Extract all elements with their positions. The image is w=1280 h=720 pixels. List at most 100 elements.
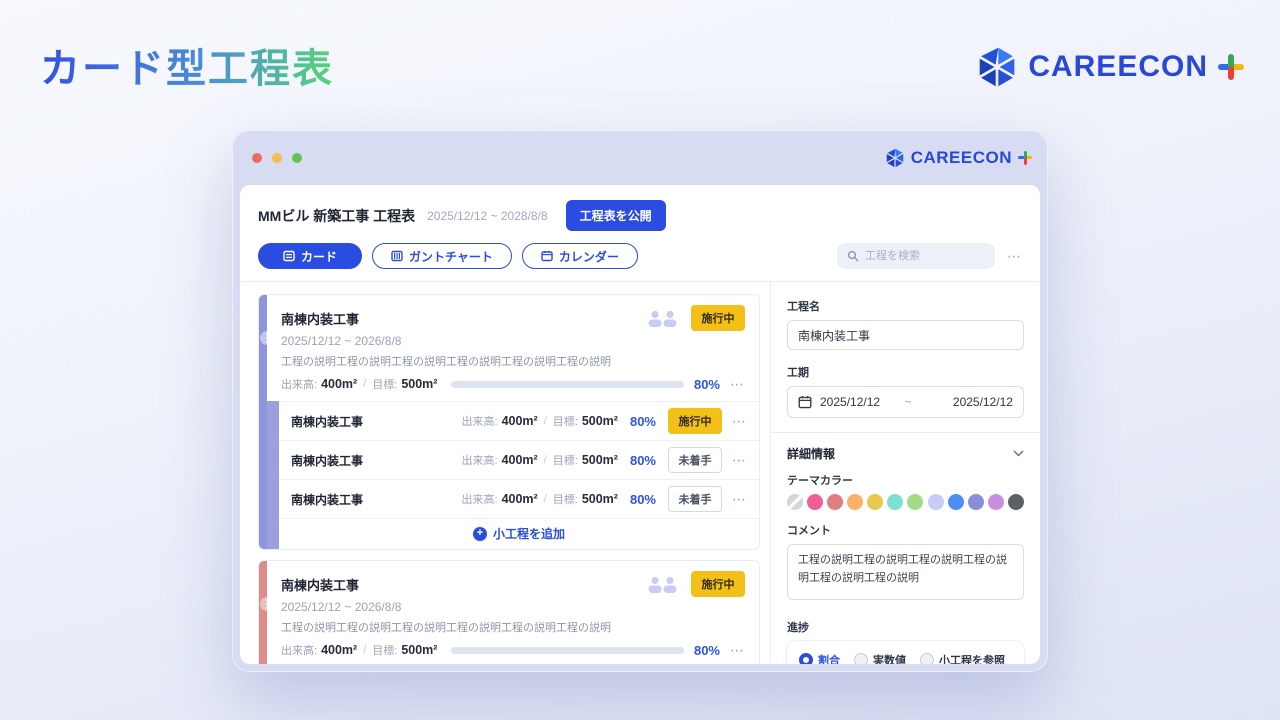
close-window-icon[interactable]	[252, 153, 262, 163]
done-value: 400m²	[321, 643, 357, 657]
brand-logo: CAREECON	[976, 46, 1244, 88]
theme-colors	[787, 494, 1024, 510]
main-area: 南棟内装工事 施行中 2025/12/12 ~ 2026/8/8 工程の説明工程…	[240, 281, 1040, 664]
radio-label: 小工程を参照	[939, 652, 1005, 664]
divider	[771, 432, 1040, 433]
status-badge[interactable]: 未着手	[668, 486, 722, 512]
process-description: 工程の説明工程の説明工程の説明工程の説明工程の説明工程の説明	[281, 353, 745, 369]
process-name-input[interactable]	[787, 320, 1024, 350]
more-icon[interactable]: ⋯	[730, 643, 745, 657]
drag-handle-icon[interactable]	[260, 331, 274, 345]
radio-label: 割合	[818, 652, 840, 664]
progress-type-radio[interactable]: 実数値	[854, 652, 906, 664]
subprocess-row[interactable]: 南棟内装工事 出来高: 400m² / 目標: 500m² 80% 未着手	[279, 440, 759, 479]
card-view-icon	[283, 250, 295, 262]
process-card-group: 南棟内装工事 施行中 2025/12/12 ~ 2026/8/8 工程の説明工程…	[258, 560, 760, 664]
more-icon[interactable]: ⋯	[732, 414, 747, 428]
status-badge[interactable]: 未着手	[668, 447, 722, 473]
subprocess-row[interactable]: 南棟内装工事 出来高: 400m² / 目標: 500m² 80% 施行中	[279, 401, 759, 440]
progress-label: 進捗	[787, 619, 1024, 635]
toolbar-more-icon[interactable]: ⋯	[1007, 249, 1022, 263]
period-end: 2025/12/12	[953, 395, 1013, 409]
view-tabs: カード ガントチャート カレンダー ⋯	[240, 239, 1040, 281]
theme-color-swatch[interactable]	[887, 494, 903, 510]
progress-type-radio[interactable]: 小工程を参照	[920, 652, 1005, 664]
target-value: 500m²	[401, 643, 437, 657]
theme-color-swatch[interactable]	[807, 494, 823, 510]
theme-color-swatch[interactable]	[847, 494, 863, 510]
done-label: 出来高:	[281, 376, 317, 392]
theme-color-swatch[interactable]	[867, 494, 883, 510]
process-period: 2025/12/12 ~ 2026/8/8	[281, 334, 745, 348]
process-card[interactable]: 南棟内装工事 施行中 2025/12/12 ~ 2026/8/8 工程の説明工程…	[267, 561, 759, 664]
theme-color-swatch[interactable]	[827, 494, 843, 510]
careecon-hexagon-icon	[885, 148, 905, 168]
period-date-field[interactable]: 2025/12/12 ~ 2025/12/12	[787, 386, 1024, 418]
theme-color-swatch[interactable]	[968, 494, 984, 510]
process-card[interactable]: 南棟内装工事 施行中 2025/12/12 ~ 2026/8/8 工程の説明工程…	[267, 295, 759, 401]
titlebar-brand-logo: CAREECON	[885, 148, 1032, 168]
calendar-icon	[798, 395, 812, 409]
app-window: CAREECON MMビル 新築工事 工程表 2025/12/12 ~ 2028…	[232, 130, 1048, 672]
target-value: 500m²	[401, 377, 437, 391]
details-section-header[interactable]: 詳細情報	[787, 445, 1024, 462]
theme-color-none-swatch[interactable]	[787, 494, 803, 510]
period-label: 工期	[787, 364, 1024, 380]
search-input[interactable]	[865, 250, 985, 262]
progress-bar	[451, 381, 684, 388]
theme-color-swatch[interactable]	[928, 494, 944, 510]
process-title: 南棟内装工事	[281, 309, 645, 328]
process-title: 南棟内装工事	[281, 575, 645, 594]
subprocess-title: 南棟内装工事	[291, 452, 462, 469]
page-title: カード型工程表	[40, 36, 334, 94]
search-box[interactable]	[837, 243, 995, 269]
add-subprocess-button[interactable]: + 小工程を追加	[279, 518, 759, 549]
tab-card-view[interactable]: カード	[258, 243, 362, 269]
progress-percent: 80%	[694, 377, 720, 392]
window-titlebar: CAREECON	[232, 130, 1048, 185]
progress-percent: 80%	[630, 453, 656, 468]
process-card-list: 南棟内装工事 施行中 2025/12/12 ~ 2026/8/8 工程の説明工程…	[240, 282, 770, 664]
more-icon[interactable]: ⋯	[730, 377, 745, 391]
calendar-view-icon	[541, 250, 553, 262]
process-card-group: 南棟内装工事 施行中 2025/12/12 ~ 2026/8/8 工程の説明工程…	[258, 294, 760, 550]
tab-gantt-view[interactable]: ガントチャート	[372, 243, 512, 269]
more-icon[interactable]: ⋯	[732, 492, 747, 506]
target-label: 目標:	[372, 376, 397, 392]
brand-name: CAREECON	[1028, 50, 1208, 84]
radio-label: 実数値	[873, 652, 906, 664]
maximize-window-icon[interactable]	[292, 153, 302, 163]
minimize-window-icon[interactable]	[272, 153, 282, 163]
drag-handle-icon[interactable]	[260, 597, 274, 611]
radio-icon	[920, 653, 934, 664]
comment-textarea[interactable]: 工程の説明工程の説明工程の説明工程の説明工程の説明工程の説明	[787, 544, 1024, 600]
theme-color-swatch[interactable]	[988, 494, 1004, 510]
progress-type-radio[interactable]: 割合	[799, 652, 840, 664]
status-badge[interactable]: 施行中	[691, 305, 745, 331]
progress-bar	[451, 647, 684, 654]
status-badge[interactable]: 施行中	[691, 571, 745, 597]
project-period: 2025/12/12 ~ 2028/8/8	[427, 209, 547, 223]
window-content: MMビル 新築工事 工程表 2025/12/12 ~ 2028/8/8 工程表を…	[240, 185, 1040, 664]
assignees-icon	[645, 310, 681, 327]
theme-color-swatch[interactable]	[948, 494, 964, 510]
chevron-down-icon	[1013, 450, 1024, 457]
done-label: 出来高:	[281, 642, 317, 658]
gantt-view-icon	[391, 250, 403, 262]
details-label: 詳細情報	[787, 445, 1013, 462]
project-title: MMビル 新築工事 工程表	[258, 206, 415, 226]
publish-schedule-button[interactable]: 工程表を公開	[566, 200, 666, 231]
progress-percent: 80%	[630, 414, 656, 429]
more-icon[interactable]: ⋯	[732, 453, 747, 467]
period-start: 2025/12/12	[820, 395, 880, 409]
subprocess-row[interactable]: 南棟内装工事 出来高: 400m² / 目標: 500m² 80% 未着手	[279, 479, 759, 518]
brand-plus-icon	[1218, 54, 1244, 80]
progress-percent: 80%	[630, 492, 656, 507]
status-badge[interactable]: 施行中	[668, 408, 722, 434]
theme-color-swatch[interactable]	[907, 494, 923, 510]
tab-calendar-view[interactable]: カレンダー	[522, 243, 638, 269]
radio-icon	[854, 653, 868, 664]
theme-color-swatch[interactable]	[1008, 494, 1024, 510]
target-label: 目標:	[372, 642, 397, 658]
assignees-icon	[645, 576, 681, 593]
